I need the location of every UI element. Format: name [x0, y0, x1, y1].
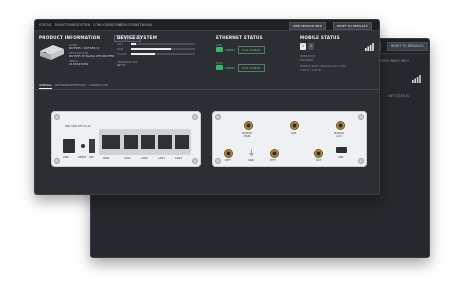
- antenna-connector-icon[interactable]: [270, 149, 279, 158]
- back-side-text-1: DEVICE BARS INFO: [376, 59, 409, 63]
- sim-slot-icon[interactable]: [89, 139, 95, 153]
- eth-port-1-speed: 1000M: [225, 48, 235, 52]
- nav-services[interactable]: SERVICES: [119, 23, 135, 27]
- nav-system[interactable]: SYSTEM: [77, 23, 90, 27]
- usb-label: USB: [338, 156, 344, 159]
- antenna-connector-icon[interactable]: [290, 121, 299, 130]
- sim-slot-label: SIM: [89, 156, 94, 159]
- nav-monitoring[interactable]: MONITORING: [55, 23, 77, 27]
- antenna-connector-icon[interactable]: [336, 121, 345, 130]
- eth-port-1-status: FULL DUPLEX: [238, 46, 265, 54]
- screw-icon: [192, 114, 198, 120]
- eth-port-2-status: FULL DUPLEX: [238, 64, 265, 72]
- lan3-port-icon[interactable]: [158, 135, 172, 149]
- temperature-value: 42 °C: [117, 63, 126, 67]
- lan1-label: LAN1: [124, 157, 131, 160]
- reset-label: RESET: [78, 156, 87, 159]
- product-serial-value: 1100123456: [69, 62, 89, 66]
- mobile-usage-value: 0.00 B / 0.00 B: [300, 68, 321, 72]
- power-jack-icon[interactable]: [63, 139, 75, 153]
- cpu-usage-bar: [131, 43, 195, 45]
- antenna-connector-icon[interactable]: [244, 121, 253, 130]
- signal-bars-icon: [365, 43, 374, 51]
- tab-network[interactable]: NETWORK: [55, 83, 69, 87]
- screw-icon: [192, 158, 198, 164]
- lan2-label: LAN2: [141, 157, 148, 160]
- ethernet-block: [99, 129, 191, 155]
- router-status-window: STATUS MONITORING SYSTEM CONFIGURATION S…: [34, 19, 380, 195]
- back-reset-defaults-button[interactable]: RESET TO DEFAULTS: [387, 42, 428, 51]
- reset-defaults-button[interactable]: RESET TO DEFAULTS: [333, 21, 372, 30]
- product-name-value: RUT955 / RUT955 Q: [69, 46, 99, 50]
- router-front-panel: SIM1 SIM2 WIFI 3G 4G PWR RESET SIM WAN L…: [51, 111, 201, 167]
- usb-port-icon[interactable]: [336, 147, 347, 153]
- tab-interfaces[interactable]: INTERFACES: [69, 83, 86, 87]
- product-info-title: PRODUCT INFORMATION: [39, 35, 101, 40]
- screw-icon: [54, 114, 60, 120]
- antenna-connector-icon[interactable]: [224, 149, 233, 158]
- screw-icon: [358, 158, 364, 164]
- web-session-info-button[interactable]: WEB SESSION INFO: [289, 21, 327, 30]
- eth-port-2-speed: 1000M: [225, 66, 235, 70]
- sim-1-tab[interactable]: 1: [300, 43, 306, 50]
- flash-usage-bar: [131, 53, 195, 55]
- section-tabs: GENERAL NETWORK INTERFACES CONNECTION: [35, 82, 379, 90]
- antenna-connector-icon[interactable]: [314, 149, 323, 158]
- power-label: PWR: [63, 156, 69, 159]
- mobile-status-title: MOBILE STATUS: [300, 35, 340, 40]
- ethernet-status-title: ETHERNET STATUS: [216, 35, 263, 40]
- ram-usage-bar: [131, 48, 195, 50]
- wan-port-icon[interactable]: [102, 135, 120, 149]
- wifi1-label: WIFI: [225, 159, 231, 162]
- screw-icon: [215, 158, 221, 164]
- screw-icon: [54, 158, 60, 164]
- flash-label: FLASH: [117, 52, 127, 56]
- gps-label: GPS: [291, 132, 297, 135]
- lan4-label: LAN4: [175, 157, 182, 160]
- mobile-aux-label: MOBILE AUX: [334, 132, 344, 138]
- lan1-port-icon[interactable]: [124, 135, 138, 149]
- nav-status[interactable]: STATUS: [39, 23, 52, 27]
- ram-label: RAM: [117, 47, 124, 51]
- mobile-roaming-label: ROAMING: [300, 58, 314, 62]
- product-description-value: RUT955 IP 3G/4G LTE ROUTER: [69, 54, 115, 58]
- router-device-icon: [40, 45, 64, 60]
- nav-network[interactable]: NETWORK: [135, 23, 152, 27]
- mobile-main-label: MOBILE MAIN: [242, 132, 252, 138]
- front-top-labels: SIM1 SIM2 WIFI 3G 4G: [65, 125, 91, 128]
- wan-label: WAN: [103, 157, 110, 160]
- nav-configuration[interactable]: CONFIGURATION: [93, 23, 121, 27]
- signal-bars-icon: [412, 75, 421, 83]
- device-system-title: DEVICE SYSTEM: [117, 35, 158, 40]
- lan3-label: LAN3: [158, 157, 165, 160]
- gnd-label: GND: [248, 159, 254, 162]
- router-back-panel: MOBILE MAIN GPS MOBILE AUX WIFI ⏚ GND WI…: [212, 111, 367, 167]
- wifi2-label: WIFI: [270, 159, 276, 162]
- ethernet-port-icon: [216, 65, 223, 70]
- ethernet-port-icon: [216, 47, 223, 52]
- ground-symbol-icon: ⏚: [248, 149, 255, 157]
- reset-button-icon[interactable]: [81, 144, 85, 148]
- rst-label: RST: [316, 159, 322, 162]
- top-navigation: STATUS MONITORING SYSTEM CONFIGURATION S…: [35, 20, 379, 31]
- cpu-label: CPU: [117, 42, 123, 46]
- sim-2-tab[interactable]: 2: [308, 43, 314, 50]
- screw-icon: [215, 114, 221, 120]
- lan4-port-icon[interactable]: [175, 135, 189, 149]
- back-side-text-2: NET STATUS: [388, 94, 409, 98]
- tab-connection[interactable]: CONNECTION: [89, 83, 108, 87]
- lan2-port-icon[interactable]: [141, 135, 155, 149]
- tab-general[interactable]: GENERAL: [39, 83, 53, 89]
- screw-icon: [358, 114, 364, 120]
